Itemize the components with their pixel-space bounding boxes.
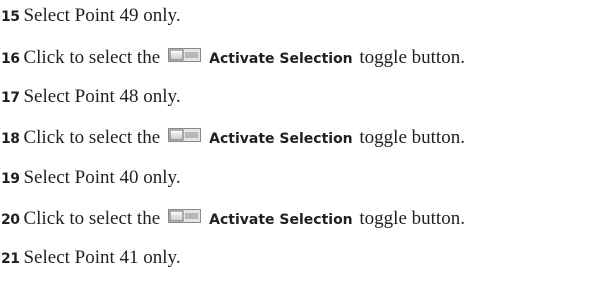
step-number: 15 (1, 9, 20, 25)
step-number: 21 (1, 251, 20, 267)
step-19: 19 Select Point 40 only. (1, 166, 181, 190)
step-text: Click to select the (23, 207, 161, 229)
step-number: 20 (1, 211, 20, 228)
step-18: 18 Click to select the Activate Selection … (1, 125, 465, 149)
step-text: Select Point 41 only. (23, 247, 181, 268)
step-text: Click to select the (23, 126, 161, 148)
step-21: 21 Select Point 41 only. (1, 246, 181, 270)
activate-selection-toggle-icon (168, 45, 202, 69)
ui-element-name: Activate Selection (209, 211, 353, 228)
step-number: 18 (1, 130, 20, 147)
step-number: 19 (1, 171, 20, 187)
step-text: Select Point 40 only. (23, 167, 181, 188)
step-number: 17 (1, 90, 20, 106)
step-text: Click to select the (23, 46, 161, 68)
ui-element-name: Activate Selection (209, 130, 353, 147)
step-text: Select Point 48 only. (23, 86, 181, 107)
step-text: Select Point 49 only. (23, 5, 181, 26)
step-17: 17 Select Point 48 only. (1, 85, 181, 109)
ui-element-name: Activate Selection (209, 50, 353, 67)
step-16: 16 Click to select the Activate Selection … (1, 45, 465, 69)
activate-selection-toggle-icon (168, 125, 202, 149)
step-20: 20 Click to select the Activate Selection … (1, 206, 465, 230)
step-text: toggle button. (359, 46, 465, 68)
step-15: 15 Select Point 49 only. (1, 4, 181, 28)
step-text: toggle button. (359, 207, 465, 229)
step-number: 16 (1, 50, 20, 67)
activate-selection-toggle-icon (168, 206, 202, 230)
step-text: toggle button. (359, 126, 465, 148)
